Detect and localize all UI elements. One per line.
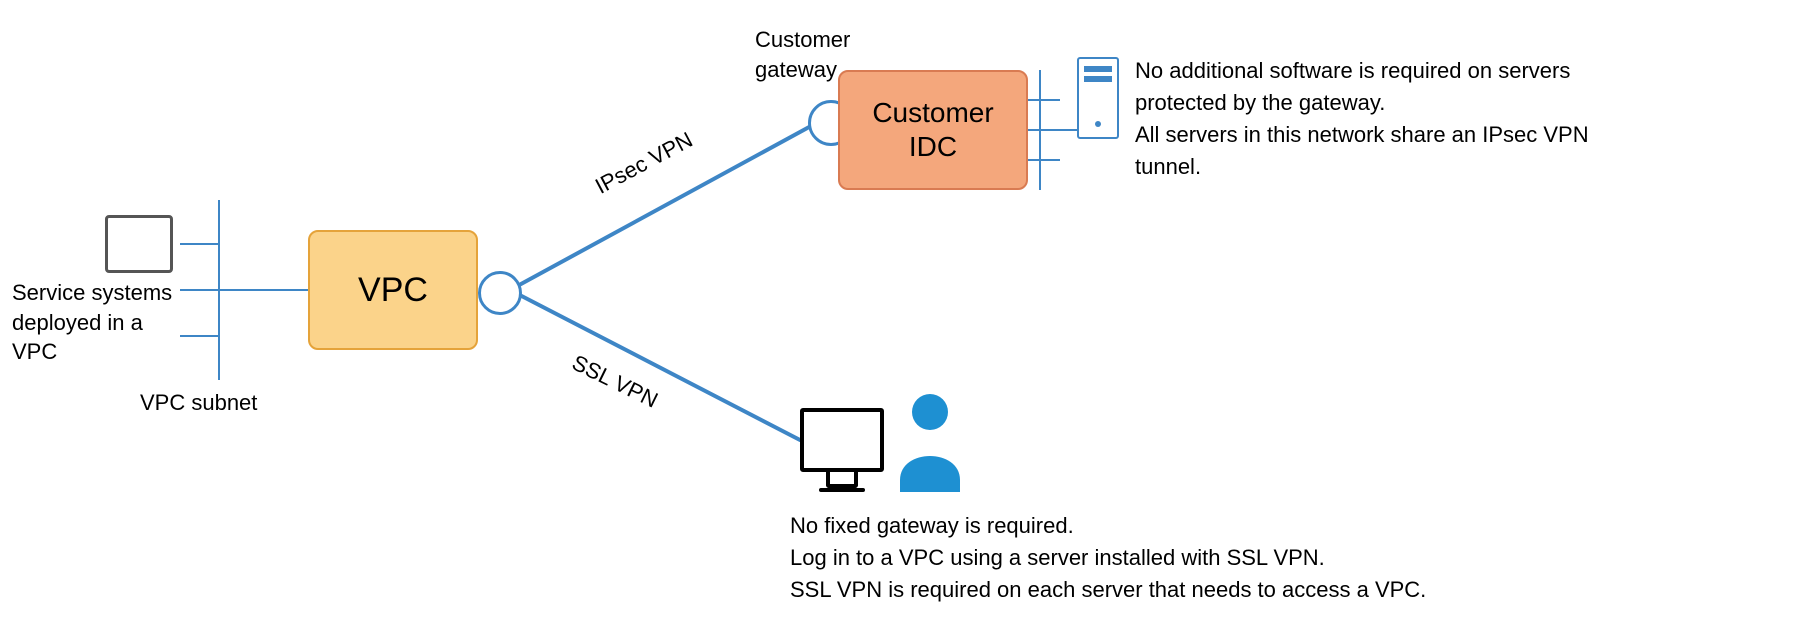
text-line: SSL VPN is required on each server that … xyxy=(790,577,1426,602)
customer-gateway-label: Customer gateway xyxy=(755,25,850,84)
text-line: VPC xyxy=(12,339,57,364)
text-line: gateway xyxy=(755,57,837,82)
text-line: deployed in a xyxy=(12,310,143,335)
text-line: Service systems xyxy=(12,280,172,305)
vpc-label: VPC xyxy=(358,271,428,310)
ipsec-vpn-label: IPsec VPN xyxy=(590,125,698,201)
text-line: All servers in this network share an IPs… xyxy=(1135,122,1589,147)
service-systems-label: Service systems deployed in a VPC xyxy=(12,278,212,367)
vpc-node: VPC xyxy=(308,230,478,350)
user-icon xyxy=(900,392,960,492)
vpc-subnet-label: VPC subnet xyxy=(140,388,257,418)
customer-idc-node: Customer IDC xyxy=(838,70,1028,190)
idc-description: No additional software is required on se… xyxy=(1135,55,1775,183)
text-line: protected by the gateway. xyxy=(1135,90,1385,115)
service-system-icon xyxy=(105,215,173,273)
ssl-vpn-label: SSL VPN xyxy=(567,348,663,415)
server-icon xyxy=(1078,58,1118,138)
router-icon xyxy=(478,271,522,315)
text-line: No additional software is required on se… xyxy=(1135,58,1570,83)
text-line: Log in to a VPC using a server installed… xyxy=(790,545,1325,570)
client-monitor-icon xyxy=(800,408,884,492)
text-line: No fixed gateway is required. xyxy=(790,513,1074,538)
text-line: tunnel. xyxy=(1135,154,1201,179)
text-line: Customer xyxy=(755,27,850,52)
idc-label-line: Customer xyxy=(872,97,993,128)
ssl-description: No fixed gateway is required. Log in to … xyxy=(790,510,1690,606)
idc-label-line: IDC xyxy=(909,131,957,162)
